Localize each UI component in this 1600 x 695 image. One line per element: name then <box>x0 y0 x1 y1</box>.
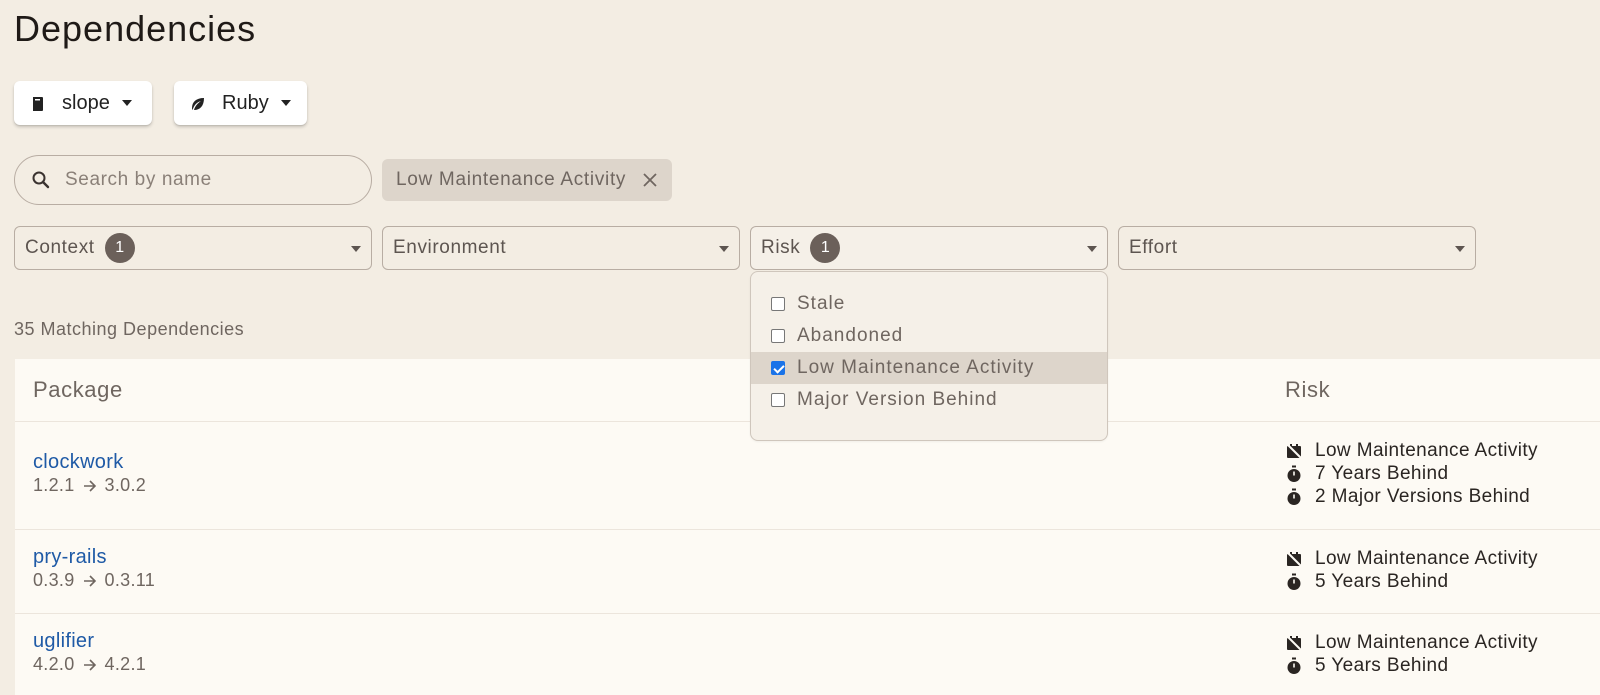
package-link[interactable]: uglifier <box>33 630 94 653</box>
version-range: 4.2.0 4.2.1 <box>33 654 146 675</box>
checkbox[interactable] <box>771 393 785 407</box>
search-icon <box>31 170 51 190</box>
chevron-down-icon <box>1455 246 1465 252</box>
stopwatch-icon <box>1285 657 1303 675</box>
risk-dropdown-menu: Stale Abandoned Low Maintenance Activity… <box>750 271 1108 441</box>
version-from: 4.2.0 <box>33 654 75 674</box>
package-link[interactable]: pry-rails <box>33 546 107 569</box>
filter-count-badge: 1 <box>810 233 841 263</box>
risk-option-low-maintenance[interactable]: Low Maintenance Activity <box>751 352 1107 384</box>
risk-option-label: Low Maintenance Activity <box>797 357 1035 378</box>
risk-option-label: Major Version Behind <box>797 389 998 410</box>
risk-text: 5 Years Behind <box>1315 654 1449 676</box>
version-range: 0.3.9 0.3.11 <box>33 570 155 591</box>
chevron-down-icon <box>1087 246 1097 252</box>
risk-text: 5 Years Behind <box>1315 570 1449 592</box>
risk-option-stale[interactable]: Stale <box>751 288 1107 320</box>
risk-text: Low Maintenance Activity <box>1315 439 1538 461</box>
chevron-down-icon <box>280 100 291 106</box>
page-title: Dependencies <box>14 8 257 49</box>
column-header-risk: Risk <box>1285 377 1331 402</box>
search-input[interactable] <box>63 168 343 192</box>
risk-option-abandoned[interactable]: Abandoned <box>751 320 1107 352</box>
stopwatch-icon <box>1285 573 1303 591</box>
risk-item: 5 Years Behind <box>1285 654 1538 677</box>
risk-text: Low Maintenance Activity <box>1315 547 1538 569</box>
risk-text: 2 Major Versions Behind <box>1315 485 1531 507</box>
calendar-off-icon <box>1285 549 1303 568</box>
risk-item: Low Maintenance Activity <box>1285 631 1538 654</box>
filter-risk-label: Risk <box>761 237 801 258</box>
risk-list: Low Maintenance Activity 5 Years Behind <box>1285 547 1538 593</box>
risk-option-major-version-behind[interactable]: Major Version Behind <box>751 384 1107 416</box>
chevron-down-icon <box>719 246 729 252</box>
arrow-right-icon <box>83 574 97 587</box>
risk-item: 2 Major Versions Behind <box>1285 485 1538 508</box>
version-to: 0.3.11 <box>104 570 156 590</box>
matching-count: 35 Matching Dependencies <box>14 319 245 339</box>
stopwatch-icon <box>1285 465 1303 483</box>
checkbox-checked[interactable] <box>771 361 785 375</box>
version-to: 4.2.1 <box>104 654 147 674</box>
column-header-package: Package <box>33 377 123 402</box>
risk-item: Low Maintenance Activity <box>1285 439 1538 462</box>
ecosystem-selector-label: Ruby <box>222 91 269 114</box>
project-selector-label: slope <box>62 91 110 114</box>
risk-item: 7 Years Behind <box>1285 462 1538 485</box>
filter-environment-label: Environment <box>393 237 507 258</box>
risk-text: 7 Years Behind <box>1315 462 1449 484</box>
arrow-right-icon <box>83 658 97 671</box>
ecosystem-selector-button[interactable]: Ruby <box>174 81 307 125</box>
leaf-icon <box>190 95 206 111</box>
risk-item: Low Maintenance Activity <box>1285 547 1538 570</box>
close-icon[interactable] <box>642 172 658 188</box>
checkbox[interactable] <box>771 297 785 311</box>
calendar-off-icon <box>1285 441 1303 460</box>
filter-effort-label: Effort <box>1129 237 1178 258</box>
package-link[interactable]: clockwork <box>33 451 124 474</box>
filter-count-badge: 1 <box>104 233 135 263</box>
checkbox[interactable] <box>771 329 785 343</box>
version-from: 1.2.1 <box>33 475 75 495</box>
table-row: pry-rails 0.3.9 0.3.11 Low Maintenance A… <box>15 529 1600 613</box>
filter-risk[interactable]: Risk 1 <box>750 226 1108 270</box>
active-filter-chip: Low Maintenance Activity <box>382 159 673 201</box>
table-row: uglifier 4.2.0 4.2.1 Low Maintenance Act… <box>15 613 1600 695</box>
version-range: 1.2.1 3.0.2 <box>33 475 146 496</box>
book-icon <box>30 95 46 111</box>
risk-list: Low Maintenance Activity 7 Years Behind … <box>1285 439 1538 508</box>
arrow-right-icon <box>83 479 97 492</box>
risk-option-label: Stale <box>797 293 846 314</box>
filter-environment[interactable]: Environment <box>382 226 740 270</box>
risk-item: 5 Years Behind <box>1285 570 1538 593</box>
filter-context[interactable]: Context 1 <box>14 226 372 270</box>
chevron-down-icon <box>351 246 361 252</box>
version-from: 0.3.9 <box>33 570 75 590</box>
filter-effort[interactable]: Effort <box>1118 226 1476 270</box>
active-filter-label: Low Maintenance Activity <box>396 169 627 190</box>
stopwatch-icon <box>1285 488 1303 506</box>
risk-text: Low Maintenance Activity <box>1315 631 1538 653</box>
risk-list: Low Maintenance Activity 5 Years Behind <box>1285 631 1538 677</box>
chevron-down-icon <box>121 100 132 106</box>
version-to: 3.0.2 <box>104 475 147 495</box>
project-selector-button[interactable]: slope <box>14 81 152 125</box>
calendar-off-icon <box>1285 633 1303 652</box>
search-box <box>14 155 372 205</box>
risk-option-label: Abandoned <box>797 325 904 346</box>
filter-context-label: Context <box>25 237 95 258</box>
